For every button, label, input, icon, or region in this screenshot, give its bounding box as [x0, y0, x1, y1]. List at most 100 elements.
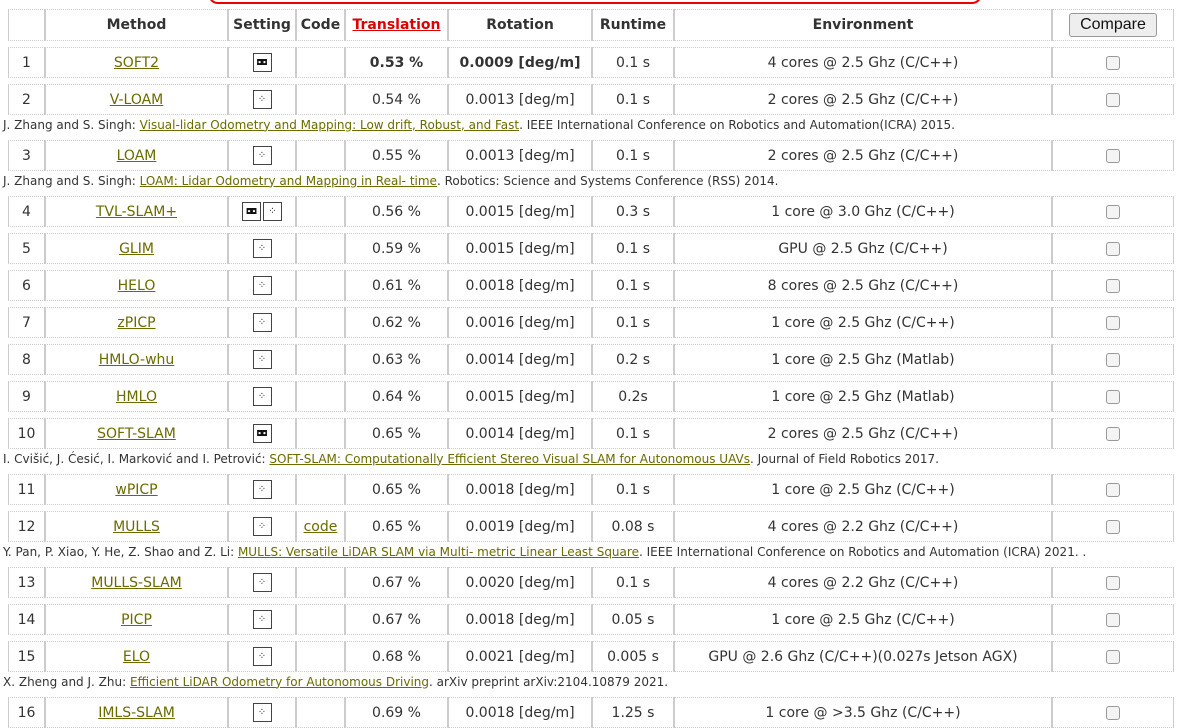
rotation-cell: 0.0014 [deg/m] — [448, 418, 592, 449]
reference-authors: J. Zhang and S. Singh: — [3, 117, 140, 132]
rank-cell: 2 — [8, 84, 45, 115]
method-link[interactable]: wPICP — [115, 482, 157, 498]
results-table: Method Setting Code Translation Rotation… — [3, 9, 1174, 728]
rotation-cell: 0.0018 [deg/m] — [448, 697, 592, 728]
setting-cell: ⁘ — [228, 344, 296, 375]
method-link[interactable]: HELO — [118, 278, 156, 294]
reference-title-link[interactable]: SOFT-SLAM: Computationally Efficient Ste… — [269, 452, 750, 466]
method-link[interactable]: zPICP — [117, 315, 155, 331]
reference-title-link[interactable]: Visual-lidar Odometry and Mapping: Low d… — [140, 118, 519, 132]
method-link[interactable]: V-LOAM — [110, 92, 164, 108]
environment-cell: 4 cores @ 2.2 Ghz (C/C++) — [674, 567, 1052, 598]
method-link[interactable]: HMLO — [116, 389, 157, 405]
rank-cell: 3 — [8, 140, 45, 171]
compare-checkbox[interactable] — [1106, 482, 1120, 497]
setting-cell: ⁘ — [228, 641, 296, 672]
translation-cell: 0.53 % — [345, 47, 448, 78]
compare-cell — [1052, 270, 1174, 301]
laser-points-icon: ⁘ — [252, 610, 272, 629]
method-link[interactable]: SOFT-SLAM — [97, 426, 176, 442]
setting-cell: ⁘ — [228, 474, 296, 505]
compare-checkbox[interactable] — [1106, 352, 1120, 367]
compare-checkbox[interactable] — [1106, 426, 1120, 441]
method-link[interactable]: SOFT2 — [114, 55, 159, 71]
code-cell — [296, 604, 345, 635]
rank-cell: 10 — [8, 418, 45, 449]
compare-checkbox[interactable] — [1106, 204, 1120, 219]
compare-checkbox[interactable] — [1106, 519, 1120, 534]
compare-cell — [1052, 567, 1174, 598]
environment-cell: 1 core @ 2.5 Ghz (C/C++) — [674, 307, 1052, 338]
reference-authors: J. Zhang and S. Singh: — [3, 173, 140, 188]
runtime-cell: 0.1 s — [592, 307, 674, 338]
reference-venue: . Journal of Field Robotics 2017. — [750, 451, 939, 466]
rotation-header: Rotation — [448, 9, 592, 41]
runtime-cell: 0.05 s — [592, 604, 674, 635]
code-cell — [296, 567, 345, 598]
environment-cell: 1 core @ 2.5 Ghz (Matlab) — [674, 344, 1052, 375]
compare-checkbox[interactable] — [1106, 148, 1120, 163]
method-link[interactable]: GLIM — [119, 241, 154, 257]
translation-cell: 0.65 % — [345, 418, 448, 449]
laser-points-icon: ⁘ — [252, 647, 272, 666]
compare-checkbox[interactable] — [1106, 315, 1120, 330]
compare-cell — [1052, 233, 1174, 264]
compare-checkbox[interactable] — [1106, 612, 1120, 627]
translation-cell: 0.59 % — [345, 233, 448, 264]
compare-cell — [1052, 474, 1174, 505]
top-red-frame — [208, 0, 982, 4]
method-cell: SOFT2 — [45, 47, 228, 78]
runtime-header: Runtime — [592, 9, 674, 41]
rank-cell: 6 — [8, 270, 45, 301]
rotation-cell: 0.0014 [deg/m] — [448, 344, 592, 375]
compare-checkbox[interactable] — [1106, 55, 1120, 70]
reference-title-link[interactable]: Efficient LiDAR Odometry for Autonomous … — [130, 675, 429, 689]
code-link[interactable]: code — [304, 519, 338, 535]
compare-checkbox[interactable] — [1106, 705, 1120, 720]
laser-points-icon: ⁘ — [252, 387, 272, 406]
compare-cell — [1052, 604, 1174, 635]
method-link[interactable]: MULLS-SLAM — [91, 575, 182, 591]
method-cell: PICP — [45, 604, 228, 635]
rotation-cell: 0.0009 [deg/m] — [448, 47, 592, 78]
rank-cell: 4 — [8, 196, 45, 227]
table-header: Method Setting Code Translation Rotation… — [8, 9, 1174, 41]
method-cell: SOFT-SLAM — [45, 418, 228, 449]
table-row: 2 V-LOAM ⁘ 0.54 % 0.0013 [deg/m] 0.1 s2 cores… — [8, 84, 1174, 115]
setting-cell: ⁘ — [228, 84, 296, 115]
runtime-cell: 0.1 s — [592, 47, 674, 78]
method-link[interactable]: MULLS — [113, 519, 160, 535]
runtime-cell: 0.1 s — [592, 84, 674, 115]
translation-header[interactable]: Translation — [345, 9, 448, 41]
compare-checkbox[interactable] — [1106, 241, 1120, 256]
translation-cell: 0.55 % — [345, 140, 448, 171]
compare-button[interactable]: Compare — [1069, 13, 1157, 37]
method-link[interactable]: PICP — [121, 612, 152, 628]
reference-authors: X. Zheng and J. Zhu: — [3, 674, 130, 689]
environment-cell: GPU @ 2.5 Ghz (C/C++) — [674, 233, 1052, 264]
compare-checkbox[interactable] — [1106, 575, 1120, 590]
method-link[interactable]: ELO — [123, 649, 150, 665]
reference-title-link[interactable]: MULLS: Versatile LiDAR SLAM via Multi- m… — [238, 545, 639, 559]
method-link[interactable]: IMLS-SLAM — [98, 705, 175, 721]
compare-checkbox[interactable] — [1106, 92, 1120, 107]
method-link[interactable]: HMLO-whu — [99, 352, 175, 368]
rotation-cell: 0.0019 [deg/m] — [448, 511, 592, 542]
rotation-cell: 0.0018 [deg/m] — [448, 474, 592, 505]
compare-cell — [1052, 84, 1174, 115]
rotation-cell: 0.0015 [deg/m] — [448, 233, 592, 264]
compare-checkbox[interactable] — [1106, 389, 1120, 404]
method-header: Method — [45, 9, 228, 41]
method-link[interactable]: TVL-SLAM+ — [96, 204, 177, 220]
stereo-camera-icon: ◘◘ — [252, 424, 272, 443]
reference-title-link[interactable]: LOAM: Lidar Odometry and Mapping in Real… — [140, 174, 437, 188]
method-link[interactable]: LOAM — [117, 148, 157, 164]
translation-sort-link[interactable]: Translation — [353, 17, 441, 33]
compare-cell — [1052, 697, 1174, 728]
runtime-cell: 0.2 s — [592, 344, 674, 375]
compare-checkbox[interactable] — [1106, 278, 1120, 293]
table-row: 5 GLIM ⁘ 0.59 % 0.0015 [deg/m] 0.1 s GPU @ 2.5… — [8, 233, 1174, 264]
reference-row: X. Zheng and J. Zhu: Efficient LiDAR Odo… — [3, 672, 1174, 691]
compare-checkbox[interactable] — [1106, 649, 1120, 664]
reference-row: Y. Pan, P. Xiao, Y. He, Z. Shao and Z. L… — [3, 542, 1174, 561]
